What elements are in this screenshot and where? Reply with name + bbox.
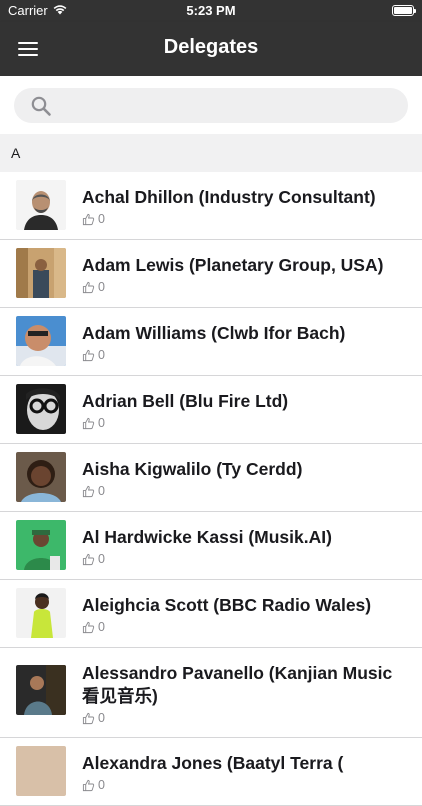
like-count[interactable]: 0 (82, 620, 105, 634)
avatar (16, 746, 66, 796)
navigation-bar: Delegates (0, 22, 422, 76)
thumbs-up-icon (82, 417, 95, 429)
delegate-row[interactable]: Alessandro Pavanello (Kanjian Music 看见音乐… (0, 648, 422, 738)
like-count-value: 0 (98, 778, 105, 792)
delegate-name: Achal Dhillon (Industry Consultant) (82, 187, 376, 207)
thumbs-up-icon (82, 779, 95, 791)
delegate-row[interactable]: Al Hardwicke Kassi (Musik.AI) 0 (0, 512, 422, 580)
thumbs-up-icon (82, 349, 95, 361)
like-count[interactable]: 0 (82, 348, 105, 362)
like-count-value: 0 (98, 711, 105, 725)
delegate-row[interactable]: Adam Lewis (Planetary Group, USA) 0 (0, 240, 422, 308)
avatar (16, 384, 66, 434)
avatar (16, 452, 66, 502)
delegate-row[interactable]: Achal Dhillon (Industry Consultant) 0 (0, 172, 422, 240)
delegate-name: Alexandra Jones (Baatyl Terra ( (82, 753, 344, 773)
like-count-value: 0 (98, 212, 105, 226)
like-count-value: 0 (98, 484, 105, 498)
avatar (16, 248, 66, 298)
like-count[interactable]: 0 (82, 778, 105, 792)
like-count[interactable]: 0 (82, 280, 105, 294)
like-count-value: 0 (98, 552, 105, 566)
delegate-name: Al Hardwicke Kassi (Musik.AI) (82, 527, 332, 547)
like-count-value: 0 (98, 348, 105, 362)
avatar (16, 316, 66, 366)
thumbs-up-icon (82, 553, 95, 565)
avatar (16, 520, 66, 570)
like-count[interactable]: 0 (82, 212, 105, 226)
delegate-name: Aisha Kigwalilo (Ty Cerdd) (82, 459, 303, 479)
like-count[interactable]: 0 (82, 416, 105, 430)
search-icon (31, 96, 51, 116)
delegate-row[interactable]: Aleighcia Scott (BBC Radio Wales) 0 (0, 580, 422, 648)
clock: 5:23 PM (186, 3, 236, 18)
battery-icon (392, 5, 416, 16)
delegate-name: Aleighcia Scott (BBC Radio Wales) (82, 595, 372, 615)
delegate-name: Adam Williams (Clwb Ifor Bach) (82, 323, 346, 343)
hamburger-menu-icon[interactable] (12, 34, 44, 64)
section-header: A (0, 134, 422, 172)
section-letter: A (11, 145, 21, 161)
delegate-name: Alessandro Pavanello (Kanjian Music 看见音乐… (82, 663, 393, 706)
delegate-row[interactable]: Aisha Kigwalilo (Ty Cerdd) 0 (0, 444, 422, 512)
delegate-name: Adam Lewis (Planetary Group, USA) (82, 255, 384, 275)
delegate-name: Adrian Bell (Blu Fire Ltd) (82, 391, 289, 411)
search-bar (0, 76, 422, 134)
like-count-value: 0 (98, 280, 105, 294)
thumbs-up-icon (82, 281, 95, 293)
delegate-list: Achal Dhillon (Industry Consultant) 0 Ad… (0, 172, 422, 806)
status-bar: Carrier 5:23 PM (0, 0, 422, 22)
avatar (16, 665, 66, 715)
like-count-value: 0 (98, 620, 105, 634)
like-count[interactable]: 0 (82, 484, 105, 498)
like-count-value: 0 (98, 416, 105, 430)
thumbs-up-icon (82, 712, 95, 724)
page-title: Delegates (163, 36, 259, 58)
delegate-row[interactable]: Adrian Bell (Blu Fire Ltd) 0 (0, 376, 422, 444)
avatar (16, 588, 66, 638)
search-input[interactable] (14, 88, 408, 123)
thumbs-up-icon (82, 621, 95, 633)
like-count[interactable]: 0 (82, 711, 105, 725)
thumbs-up-icon (82, 485, 95, 497)
delegate-row[interactable]: Alexandra Jones (Baatyl Terra ( 0 (0, 738, 422, 806)
thumbs-up-icon (82, 213, 95, 225)
delegate-row[interactable]: Adam Williams (Clwb Ifor Bach) 0 (0, 308, 422, 376)
like-count[interactable]: 0 (82, 552, 105, 566)
avatar (16, 180, 66, 230)
